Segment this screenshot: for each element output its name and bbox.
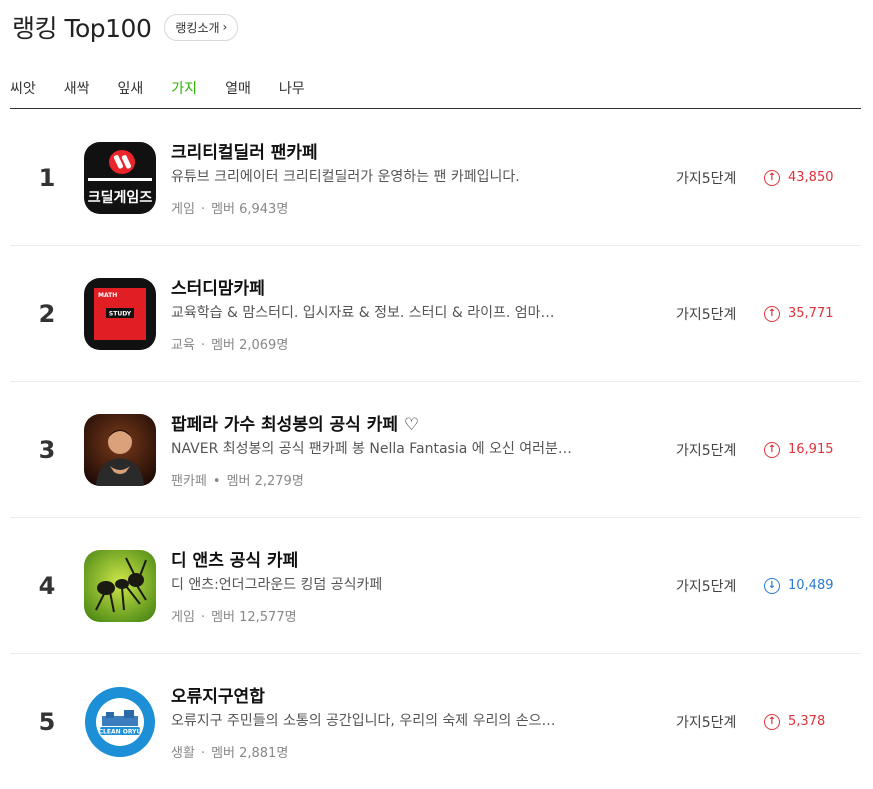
cafe-thumbnail[interactable]: 크딜게임즈 <box>84 142 156 214</box>
cafe-name[interactable]: 디 앤츠 공식 카페 <box>171 546 298 571</box>
arrow-up-icon: ↑ <box>764 713 780 730</box>
cafe-category: 팬카페 <box>171 474 207 489</box>
cafe-level: 가지5단계 <box>676 442 737 459</box>
rank-number: 1 <box>38 163 56 192</box>
cafe-members: 멤버 6,943명 <box>211 202 289 217</box>
thumb-text: CLEAN ORYU <box>99 729 142 736</box>
cafe-score: ↑ 5,378 <box>764 654 825 789</box>
ranking-row[interactable]: 1 크딜게임즈 크리티컬딜러 팬카페 유튜브 크리에이터 크리티컬딜러가 운영하… <box>10 110 861 246</box>
cafe-meta: 생활 · 멤버 2,881명 <box>171 746 289 761</box>
tab-branch[interactable]: 가지 <box>171 78 197 98</box>
score-value: 16,915 <box>788 442 834 457</box>
cafe-members: 멤버 2,881명 <box>211 746 289 761</box>
thumb-text-small: MATH <box>98 292 117 299</box>
cafe-score: ↑ 35,771 <box>764 246 834 381</box>
cafe-meta: 게임 · 멤버 12,577명 <box>171 610 297 625</box>
score-value: 5,378 <box>788 714 826 729</box>
cafe-category: 게임 <box>171 202 195 217</box>
page-header: 랭킹 Top100 랭킹소개 › <box>12 10 239 44</box>
score-value: 10,489 <box>788 578 834 593</box>
rank-number: 2 <box>38 299 56 328</box>
score-value: 35,771 <box>788 306 834 321</box>
cafe-description: 오류지구 주민들의 소통의 공간입니다, 우리의 숙제 우리의 손으… <box>171 713 556 729</box>
arrow-up-icon: ↑ <box>764 305 780 322</box>
cafe-name[interactable]: 팝페라 가수 최성봉의 공식 카페 ♡ <box>171 410 419 435</box>
tabs-divider <box>10 108 861 109</box>
cafe-level: 가지5단계 <box>676 714 737 731</box>
cafe-thumbnail[interactable]: MATH STUDY <box>84 278 156 350</box>
arrow-up-icon: ↑ <box>764 441 780 458</box>
cafe-name[interactable]: 크리티컬딜러 팬카페 <box>171 138 318 163</box>
cafe-category: 게임 <box>171 610 195 625</box>
ranking-row[interactable]: 5 CLEAN ORYU 오류지구연합 오류지구 주민들의 소통의 공간입니다,… <box>10 654 861 789</box>
ranking-intro-label: 랭킹소개 <box>175 20 220 35</box>
score-value: 43,850 <box>788 170 834 185</box>
cafe-description: NAVER 최성봉의 공식 팬카페 봉 Nella Fantasia 에 오신 … <box>171 441 572 457</box>
thumb-text: STUDY <box>109 311 132 318</box>
cafe-meta: 게임 · 멤버 6,943명 <box>171 202 289 217</box>
tab-tree[interactable]: 나무 <box>279 78 305 98</box>
ranking-row[interactable]: 2 MATH STUDY 스터디맘카페 교육학습 & 맘스터디. 입시자료 & … <box>10 246 861 382</box>
page-title: 랭킹 Top100 <box>12 14 152 43</box>
rank-number: 3 <box>38 435 56 464</box>
cafe-score: ↓ 10,489 <box>764 518 834 653</box>
cafe-name[interactable]: 스터디맘카페 <box>171 274 265 299</box>
cafe-meta: 팬카페 • 멤버 2,279명 <box>171 474 304 489</box>
cafe-category: 생활 <box>171 746 195 761</box>
thumb-text: 크딜게임즈 <box>88 190 153 206</box>
ranking-intro-button[interactable]: 랭킹소개 › <box>164 13 239 41</box>
cafe-thumbnail[interactable] <box>84 550 156 622</box>
cafe-thumbnail[interactable]: CLEAN ORYU <box>84 686 156 758</box>
tab-fruit[interactable]: 열매 <box>225 78 251 98</box>
cafe-thumbnail[interactable] <box>84 414 156 486</box>
arrow-up-icon: ↑ <box>764 169 780 186</box>
cafe-score: ↑ 43,850 <box>764 110 834 245</box>
tab-sprout[interactable]: 새싹 <box>64 78 90 98</box>
arrow-down-icon: ↓ <box>764 577 780 594</box>
cafe-score: ↑ 16,915 <box>764 382 834 517</box>
rank-number: 4 <box>38 571 56 600</box>
cafe-level: 가지5단계 <box>676 578 737 595</box>
cafe-name[interactable]: 오류지구연합 <box>171 682 265 707</box>
rank-number: 5 <box>38 707 56 736</box>
cafe-level: 가지5단계 <box>676 306 737 323</box>
cafe-description: 디 앤츠:언더그라운드 킹덤 공식카페 <box>171 577 383 593</box>
cafe-level: 가지5단계 <box>676 170 737 187</box>
cafe-members: 멤버 2,069명 <box>211 338 289 353</box>
cafe-description: 유튜브 크리에이터 크리티컬딜러가 운영하는 팬 카페입니다. <box>171 169 520 185</box>
tab-seed[interactable]: 씨앗 <box>10 78 36 98</box>
cafe-members: 멤버 12,577명 <box>211 610 297 625</box>
tab-leaf[interactable]: 잎새 <box>118 78 144 98</box>
cafe-meta: 교육 · 멤버 2,069명 <box>171 338 289 353</box>
chevron-right-icon: › <box>222 20 228 34</box>
ranking-row[interactable]: 4 디 앤츠 공식 카페 디 앤츠:언더그라운드 킹덤 공식카페 게임 · 멤버 1… <box>10 518 861 654</box>
cafe-description: 교육학습 & 맘스터디. 입시자료 & 정보. 스터디 & 라이프. 엄마… <box>171 305 555 321</box>
ranking-row[interactable]: 3 팝페라 가수 최성봉의 공식 카페 ♡ NAVER 최성봉의 공식 팬카페 … <box>10 382 861 518</box>
ranking-list: 1 크딜게임즈 크리티컬딜러 팬카페 유튜브 크리에이터 크리티컬딜러가 운영하… <box>10 110 861 789</box>
cafe-category: 교육 <box>171 338 195 353</box>
level-tabs: 씨앗 새싹 잎새 가지 열매 나무 <box>10 78 333 98</box>
cafe-members: 멤버 2,279명 <box>226 474 304 489</box>
